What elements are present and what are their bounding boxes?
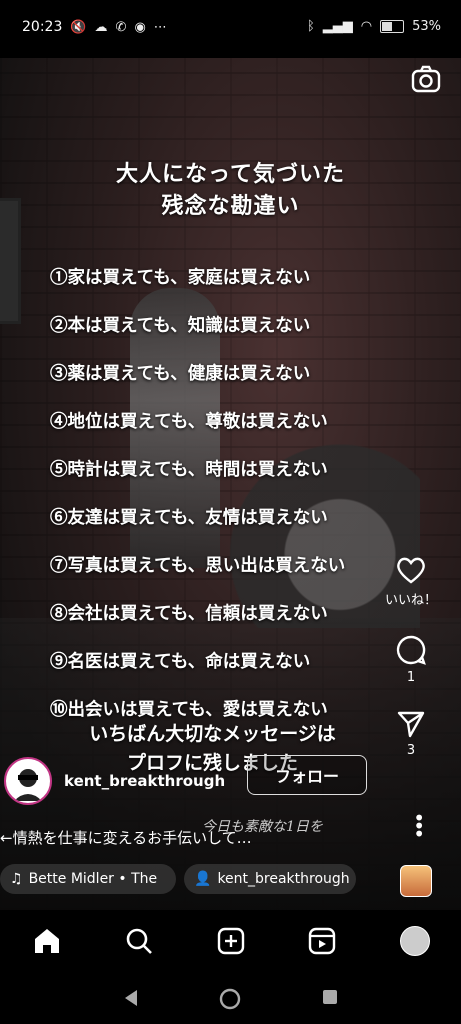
tagged-user: kent_breakthrough — [217, 871, 350, 887]
list-item: ⑥友達は買えても、友情は買えない — [50, 508, 328, 528]
music-note-icon: ♫ — [10, 871, 23, 887]
avatar[interactable] — [4, 757, 52, 805]
comment-icon[interactable] — [395, 634, 427, 666]
title-line-1: 大人になって気づいた — [116, 161, 345, 187]
create-icon[interactable] — [216, 926, 246, 956]
cloud-icon: ☁ — [94, 19, 108, 35]
recents-icon[interactable] — [321, 988, 339, 1006]
share-count: 3 — [406, 743, 416, 758]
more-icon[interactable]: • • • — [413, 808, 425, 844]
list-item: ①家は買えても、家庭は買えない — [50, 268, 311, 288]
signal-icon: ▂▄▆ — [322, 19, 353, 34]
wifi-icon: ◠ — [360, 19, 373, 34]
reels-icon[interactable] — [307, 926, 337, 956]
list-item: ⑨名医は買えても、命は買えない — [50, 652, 311, 672]
person-icon: 👤 — [194, 871, 212, 887]
battery-level: 53% — [412, 19, 441, 34]
line-icon: ◉ — [134, 19, 146, 35]
bottom-nav — [0, 910, 461, 974]
phone-icon: ✆ — [115, 19, 127, 35]
author-row: kent_breakthrough フォロー — [4, 755, 367, 807]
follow-button[interactable]: フォロー — [247, 755, 367, 795]
reel-title: 大人になって気づいた 残念な勘違い — [0, 158, 461, 222]
system-nav — [0, 974, 461, 1024]
audio-thumbnail[interactable] — [400, 865, 432, 897]
title-line-2: 残念な勘違い — [161, 193, 300, 219]
status-bar: 20:23 🔇 ☁ ✆ ◉ ⋯ ᛒ ▂▄▆ ◠ 53% — [0, 0, 461, 58]
heart-icon[interactable] — [395, 555, 427, 585]
list-item: ⑧会社は買えても、信頼は買えない — [50, 604, 328, 624]
list-item: ③薬は買えても、健康は買えない — [50, 364, 311, 384]
chips-row: ♫ Bette Midler • The 👤 kent_breakthrough — [0, 864, 356, 894]
mute-icon: 🔇 — [70, 19, 87, 35]
search-icon[interactable] — [124, 926, 154, 956]
reel-list: ①家は買えても、家庭は買えない ②本は買えても、知識は買えない ③薬は買えても、… — [50, 254, 345, 734]
author-username[interactable]: kent_breakthrough — [64, 772, 225, 790]
list-item: ⑦写真は買えても、思い出は買えない — [50, 556, 346, 576]
battery-icon — [380, 20, 405, 33]
status-time: 20:23 — [22, 19, 63, 35]
reel-video[interactable]: 大人になって気づいた 残念な勘違い ①家は買えても、家庭は買えない ②本は買えて… — [0, 58, 461, 910]
music-title: Bette Midler • The — [28, 871, 158, 887]
like-button[interactable]: いいね！ — [381, 555, 441, 608]
post-caption[interactable]: ←情熱を仕事に変えるお手伝いして… — [0, 827, 252, 848]
tagged-user-chip[interactable]: 👤 kent_breakthrough — [184, 864, 356, 894]
like-label: いいね！ — [384, 593, 437, 608]
profile-avatar[interactable] — [400, 926, 430, 956]
back-icon[interactable] — [122, 988, 140, 1008]
share-button[interactable]: 3 — [381, 709, 441, 758]
comment-button[interactable]: 1 — [381, 634, 441, 685]
closing-line-1: いちばん大切なメッセージは — [89, 723, 336, 745]
camera-icon[interactable] — [411, 64, 441, 94]
comment-count: 1 — [406, 670, 416, 685]
home-icon[interactable] — [32, 926, 62, 956]
home-circle-icon[interactable] — [219, 988, 241, 1010]
list-item: ⑤時計は買えても、時間は買えない — [50, 460, 328, 480]
more-notifications-icon: ⋯ — [153, 19, 167, 35]
send-icon[interactable] — [396, 709, 426, 739]
action-bar: いいね！ 1 3 — [381, 555, 441, 758]
bluetooth-icon: ᛒ — [306, 19, 315, 34]
list-item: ②本は買えても、知識は買えない — [50, 316, 311, 336]
music-chip[interactable]: ♫ Bette Midler • The — [0, 864, 176, 894]
list-item: ④地位は買えても、尊敬は買えない — [50, 412, 328, 432]
